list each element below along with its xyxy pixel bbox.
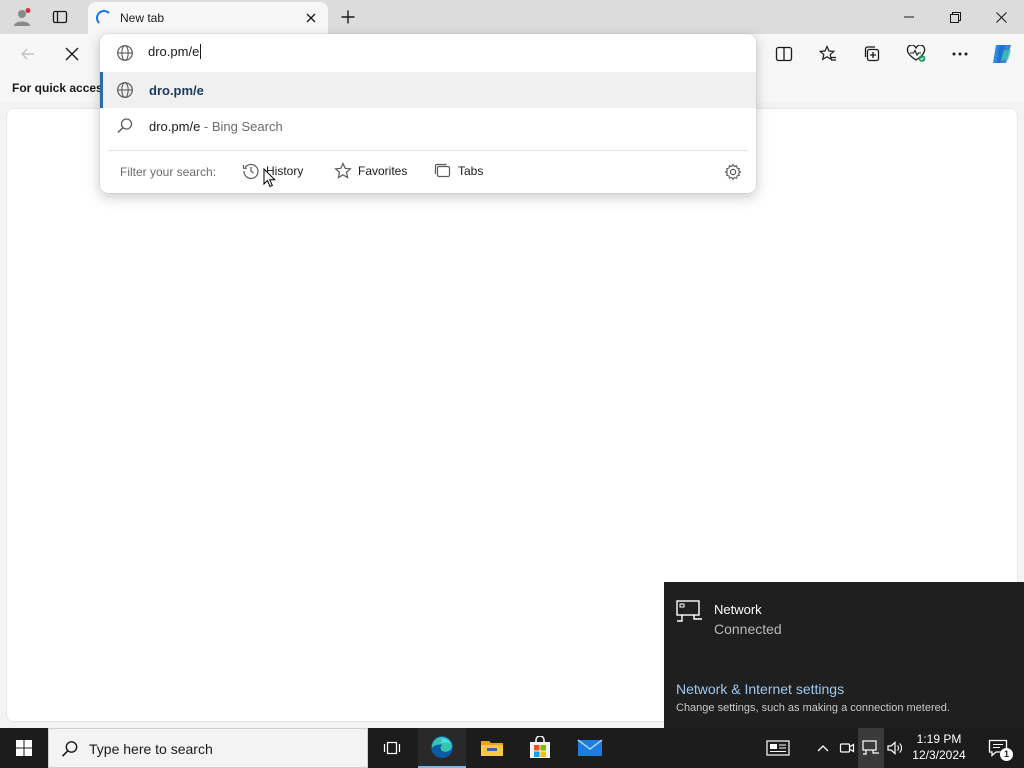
network-settings-description: Change settings, such as making a connec… [676,702,950,714]
close-icon [306,13,316,23]
more-options-button[interactable] [944,38,976,70]
collections-icon [864,46,880,62]
copilot-button[interactable] [986,38,1018,70]
mouse-cursor-icon [263,168,277,188]
news-and-interests-button[interactable] [760,728,796,768]
action-center-button[interactable]: 1 [978,728,1018,768]
split-screen-icon [775,46,793,62]
star-list-icon [819,45,836,61]
mail-icon [577,739,603,756]
minimize-button[interactable] [886,0,932,34]
taskbar-clock[interactable]: 1:19 PM 12/3/2024 [906,731,972,765]
back-button[interactable] [12,38,44,70]
taskbar-search-placeholder: Type here to search [89,741,213,757]
suggestion-url-text: dro.pm/e [149,83,204,98]
network-flyout: Network Connected Network & Internet set… [664,582,1024,728]
close-window-button[interactable] [978,0,1024,34]
tab-actions-button[interactable] [44,4,76,30]
search-settings-button[interactable] [722,161,744,183]
notification-count-badge: 1 [1000,748,1013,761]
search-filter-row: Filter your search: History Favorites Ta… [100,151,756,191]
tab-close-button[interactable] [302,9,320,27]
tab-bar: New tab [0,0,1024,34]
tab-actions-icon [52,10,68,24]
tabs-icon [434,163,451,178]
taskbar-store-button[interactable] [516,728,564,768]
loading-spinner-icon [96,10,112,26]
split-screen-button[interactable] [768,38,800,70]
network-tray-button[interactable] [858,728,884,768]
stop-loading-button[interactable] [56,38,88,70]
close-icon [65,47,79,61]
address-bar[interactable]: dro.pm/e [100,34,756,72]
taskbar-file-explorer-button[interactable] [468,728,516,768]
new-tab-button[interactable] [332,4,364,30]
browser-essentials-button[interactable] [900,38,932,70]
filter-tabs-label: Tabs [458,164,484,178]
volume-button[interactable] [884,728,906,768]
address-bar-dropdown: dro.pm/e dro.pm/e dro.pm/e - Bing Search… [100,34,756,193]
network-status: Connected [714,621,782,637]
gear-icon [724,163,742,181]
arrow-left-icon [21,48,34,60]
speaker-icon [887,741,902,755]
profile-icon [14,8,31,26]
plus-icon [341,10,355,24]
collections-button[interactable] [856,38,888,70]
filter-favorites-label: Favorites [358,164,408,178]
address-input-value: dro.pm/e [148,44,200,59]
text-caret [200,44,202,59]
tab-new-tab[interactable]: New tab [88,2,328,34]
task-view-button[interactable] [368,728,416,768]
taskbar-edge-button[interactable] [418,728,466,768]
address-input[interactable]: dro.pm/e [148,44,708,59]
minimize-icon [904,16,914,18]
favorites-button[interactable] [812,38,844,70]
edge-icon [431,736,453,758]
suggestion-url[interactable]: dro.pm/e [100,72,756,108]
more-icon [952,52,968,56]
news-icon [766,740,790,756]
meet-now-button[interactable] [836,728,858,768]
globe-icon [117,82,133,98]
tab-title: New tab [120,11,165,25]
filter-label: Filter your search: [120,165,217,179]
store-icon [530,736,550,758]
filter-favorites-button[interactable]: Favorites [330,158,411,184]
folder-icon [481,741,503,756]
close-icon [995,11,1007,23]
camera-icon [839,743,855,753]
history-icon [242,163,259,179]
task-view-icon [383,741,401,755]
clock-date: 12/3/2024 [912,748,966,762]
copilot-icon [993,45,1011,63]
suggestion-search[interactable]: dro.pm/e - Bing Search [100,108,756,144]
filter-tabs-button[interactable]: Tabs [430,158,487,184]
taskbar-search-box[interactable]: Type here to search [48,728,368,768]
start-button[interactable] [0,728,48,768]
taskbar-mail-button[interactable] [566,728,614,768]
ethernet-network-icon [676,600,702,622]
favorites-bar-hint: For quick access [12,81,110,95]
suggestion-search-query: dro.pm/e [149,119,201,134]
windows-logo-icon [16,740,32,756]
clock-time: 1:19 PM [916,732,962,746]
chevron-up-icon [817,745,829,752]
taskbar: Type here to search 1:19 PM 12/3/2024 1 [0,728,1024,768]
network-settings-link[interactable]: Network & Internet settings [676,681,844,697]
globe-icon [117,45,133,61]
heart-pulse-icon [906,45,926,62]
suggestion-search-text: dro.pm/e - Bing Search [149,119,283,134]
profile-button[interactable] [6,4,38,30]
suggestion-search-suffix: - Bing Search [200,119,283,134]
restore-button[interactable] [932,0,978,34]
ethernet-network-icon [862,740,879,755]
star-icon [334,162,352,179]
network-name[interactable]: Network [714,602,762,617]
search-icon [117,118,133,133]
restore-icon [949,11,961,23]
search-icon [61,741,78,757]
show-hidden-icons-button[interactable] [812,728,834,768]
